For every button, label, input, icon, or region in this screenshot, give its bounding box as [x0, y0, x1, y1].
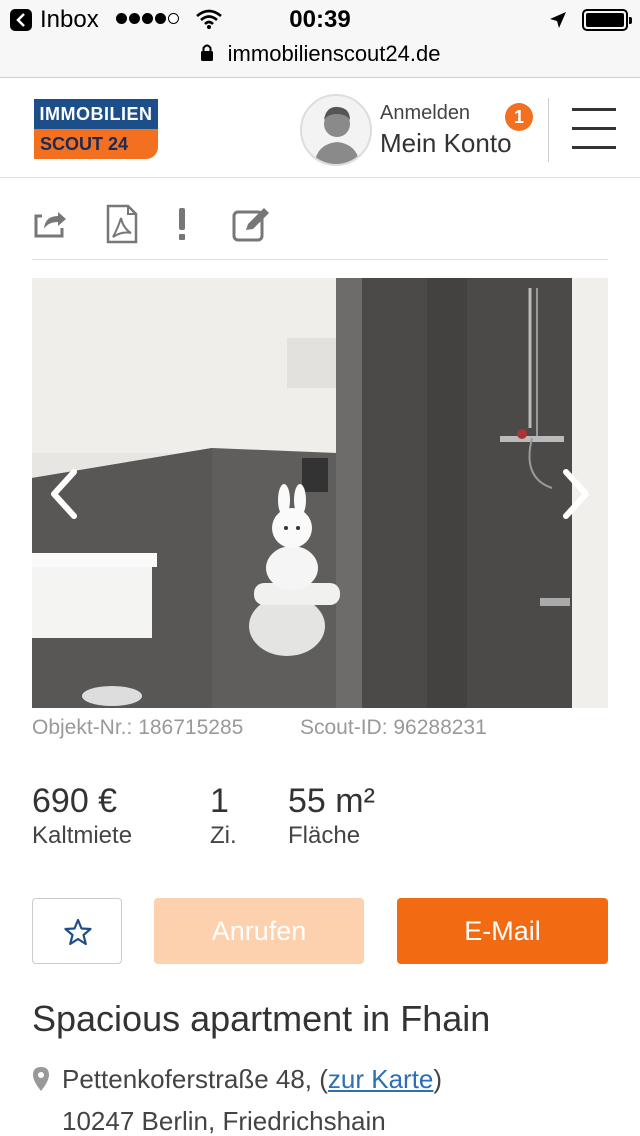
clock: 00:39: [289, 6, 351, 33]
address-line-2: 10247 Berlin, Friedrichshain: [62, 1106, 386, 1136]
rooms-value: 1: [210, 782, 229, 820]
edit-note-icon[interactable]: [232, 204, 272, 244]
address-line-1: Pettenkoferstraße 48, (zur Karte): [62, 1064, 442, 1095]
browser-url-bar[interactable]: immobilienscout24.de: [0, 40, 640, 78]
user-avatar-icon[interactable]: [300, 94, 372, 166]
pdf-icon[interactable]: [102, 204, 142, 244]
map-link[interactable]: zur Karte: [328, 1064, 434, 1094]
scout-id: Scout-ID: 96288231: [300, 716, 487, 739]
star-icon: [64, 918, 92, 946]
next-photo-arrow-icon[interactable]: [556, 466, 596, 522]
map-pin-icon: [33, 1067, 49, 1091]
notification-badge: 1: [505, 103, 533, 131]
street: Pettenkoferstraße 48, (: [62, 1064, 328, 1094]
email-button[interactable]: E-Mail: [397, 898, 608, 964]
listing-photo[interactable]: [32, 278, 608, 708]
report-icon[interactable]: [172, 204, 212, 244]
url-text[interactable]: immobilienscout24.de: [228, 41, 441, 66]
street-close: ): [433, 1064, 443, 1094]
save-favorite-button[interactable]: [32, 898, 122, 964]
area-value: 55 m²: [288, 782, 375, 820]
logo-line1: IMMOBILIEN: [34, 99, 158, 129]
logo-line2: SCOUT 24: [34, 129, 158, 159]
area-label: Fläche: [288, 822, 361, 849]
immobilienscout24-logo[interactable]: IMMOBILIEN SCOUT 24: [34, 99, 158, 159]
menu-icon[interactable]: [572, 108, 616, 150]
ios-status-bar: Inbox 00:39: [0, 0, 640, 40]
lock-icon: [200, 44, 213, 62]
rent-label: Kaltmiete: [32, 822, 133, 849]
location-arrow-icon: [550, 12, 566, 28]
rooms-label: Zi.: [210, 822, 237, 849]
listing-toolbar: [32, 200, 608, 260]
call-button[interactable]: Anrufen: [154, 898, 364, 964]
bathroom-photo: [32, 278, 608, 708]
rent-value: 690 €: [32, 782, 118, 820]
my-account-link[interactable]: Mein Konto: [380, 128, 512, 159]
objekt-number: Objekt-Nr.: 186715285: [32, 716, 244, 739]
share-icon[interactable]: [32, 204, 72, 244]
site-header: IMMOBILIEN SCOUT 24 Anmelden Mein Konto …: [0, 78, 640, 178]
prev-photo-arrow-icon[interactable]: [44, 466, 84, 522]
listing-title: Spacious apartment in Fhain: [32, 998, 491, 1039]
battery-icon: [582, 9, 632, 31]
header-divider: [548, 98, 549, 162]
login-link[interactable]: Anmelden: [380, 102, 470, 125]
